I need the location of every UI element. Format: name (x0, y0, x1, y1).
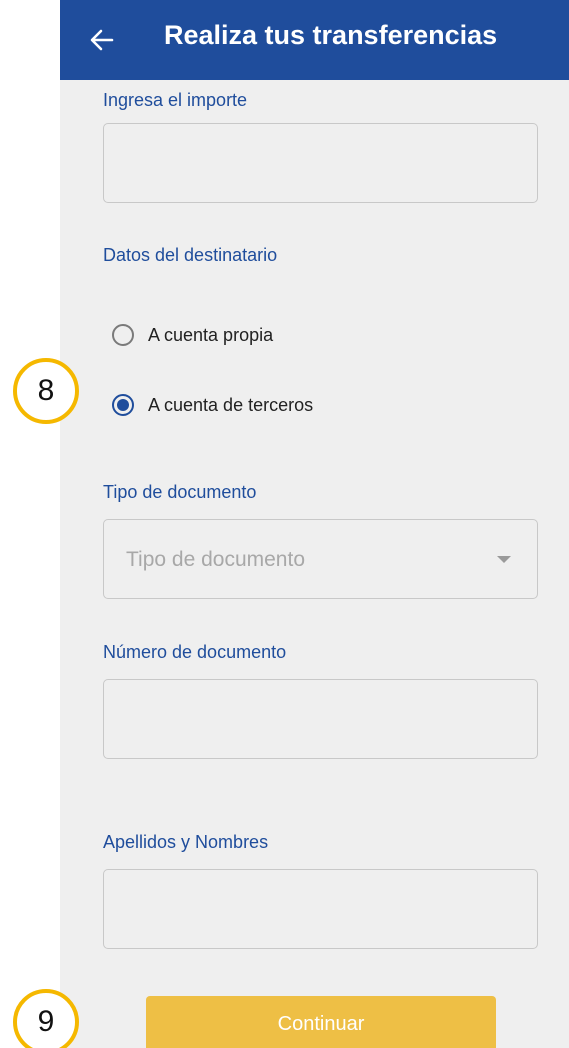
document-number-input[interactable] (104, 680, 537, 758)
document-number-field[interactable] (103, 679, 538, 759)
page: Realiza tus transferencias Ingresa el im… (0, 0, 569, 1048)
document-type-placeholder: Tipo de documento (126, 548, 306, 571)
radio-third-party-account[interactable]: A cuenta de terceros (112, 390, 313, 420)
annotation-marker-8: 8 (13, 358, 79, 424)
full-name-field[interactable] (103, 869, 538, 949)
document-type-label: Tipo de documento (103, 482, 257, 502)
amount-input[interactable] (104, 124, 537, 202)
document-type-select[interactable]: Tipo de documento (103, 519, 538, 599)
radio-label-third-party: A cuenta de terceros (148, 394, 314, 415)
continue-button[interactable]: Continuar (146, 996, 496, 1048)
page-title: Realiza tus transferencias (164, 20, 498, 50)
back-button[interactable] (86, 22, 118, 58)
amount-label: Ingresa el importe (103, 90, 248, 110)
app-bar: Realiza tus transferencias (60, 0, 569, 80)
radio-own-account[interactable]: A cuenta propia (112, 320, 273, 350)
dropdown-caret-icon (497, 556, 511, 563)
recipient-section-label: Datos del destinatario (103, 245, 278, 265)
app-screen: Realiza tus transferencias Ingresa el im… (60, 0, 569, 1048)
radio-circle-third-party[interactable] (112, 394, 134, 416)
radio-circle-own[interactable] (112, 324, 134, 346)
full-name-label: Apellidos y Nombres (103, 832, 269, 852)
annotation-marker-9: 9 (13, 989, 79, 1048)
radio-label-own: A cuenta propia (148, 324, 274, 345)
arrow-left-icon (90, 29, 114, 51)
full-name-input[interactable] (104, 870, 537, 948)
amount-field[interactable] (103, 123, 538, 203)
document-number-label: Número de documento (103, 642, 287, 662)
